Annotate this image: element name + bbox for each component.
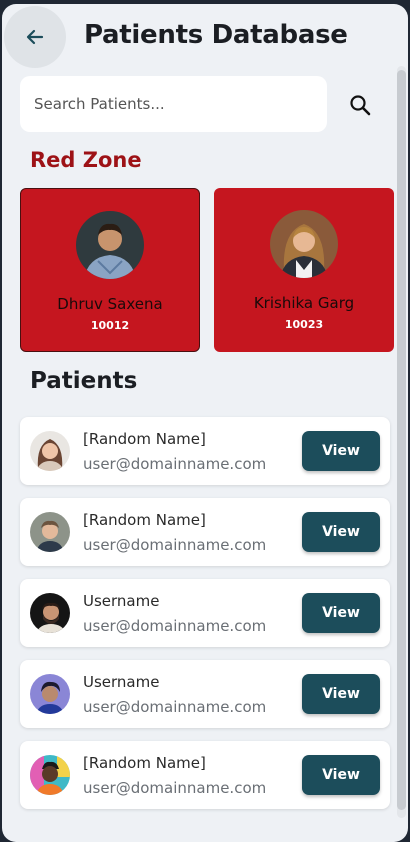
patients-title: Patients [30,368,138,394]
patient-email: user@domainname.com [83,779,267,797]
patient-name: Username [83,673,160,691]
patient-email: user@domainname.com [83,536,267,554]
patient-id: 10023 [284,318,324,331]
back-button[interactable] [4,6,66,68]
patient-email: user@domainname.com [83,698,267,716]
patient-name: [Random Name] [83,511,206,529]
red-zone-card[interactable]: Dhruv Saxena 10012 [20,188,200,352]
list-item[interactable]: [Random Name] user@domainname.com View [20,741,390,809]
list-item[interactable]: Username user@domainname.com View [20,579,390,647]
page-title: Patients Database [84,20,348,50]
red-zone-title: Red Zone [30,148,142,172]
view-button[interactable]: View [302,674,380,714]
avatar [30,755,70,795]
list-item[interactable]: [Random Name] user@domainname.com View [20,417,390,485]
avatar [76,211,144,279]
search-input[interactable] [34,95,313,113]
avatar [30,593,70,633]
search-button[interactable] [345,90,375,120]
patient-name: Username [83,592,160,610]
patient-email: user@domainname.com [83,455,267,473]
patient-name: Krishika Garg [253,294,355,312]
list-item[interactable]: [Random Name] user@domainname.com View [20,498,390,566]
red-zone-card[interactable]: Krishika Garg 10023 [214,188,394,352]
avatar [30,674,70,714]
patient-name: [Random Name] [83,754,206,772]
app-screen: Patients Database Red Zone Dhruv Saxena … [2,4,408,842]
arrow-left-icon [26,29,44,45]
view-button[interactable]: View [302,431,380,471]
avatar [30,512,70,552]
list-item[interactable]: Username user@domainname.com View [20,660,390,728]
search-icon [350,95,371,116]
view-button[interactable]: View [302,755,380,795]
view-button[interactable]: View [302,512,380,552]
patient-email: user@domainname.com [83,617,267,635]
patient-name: [Random Name] [83,430,206,448]
avatar [270,210,338,278]
view-button[interactable]: View [302,593,380,633]
patient-id: 10012 [90,319,130,332]
search-box[interactable] [20,76,327,132]
scrollbar[interactable] [397,66,406,818]
avatar [30,431,70,471]
scrollbar-thumb[interactable] [397,70,406,810]
patient-name: Dhruv Saxena [57,295,163,313]
